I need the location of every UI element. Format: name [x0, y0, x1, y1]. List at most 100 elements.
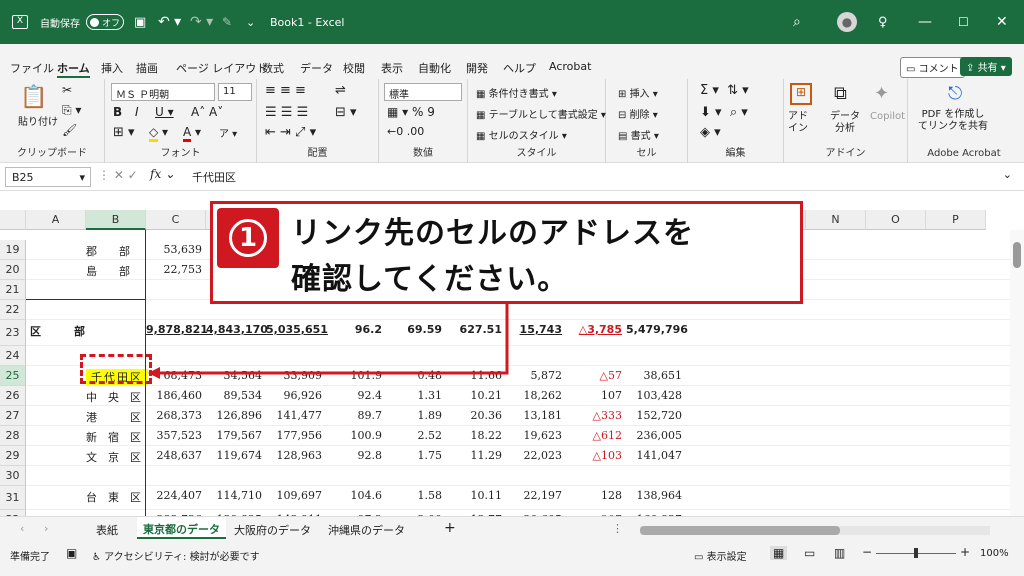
data-cell[interactable]: 4,843,170 [206, 323, 268, 336]
row-header[interactable]: 27 [0, 406, 26, 426]
data-cell[interactable]: 177,956 [266, 429, 323, 442]
data-cell[interactable]: 248,637 [146, 449, 203, 462]
data-cell[interactable]: 138,964 [626, 489, 683, 502]
data-cell[interactable]: 68,473 [146, 369, 203, 382]
tab-acrobat[interactable]: Acrobat [549, 60, 591, 73]
copilot-button[interactable]: Copilot [870, 111, 905, 122]
data-cell[interactable]: 100.9 [326, 429, 383, 442]
row-header[interactable]: 20 [0, 260, 26, 280]
data-cell[interactable]: 10.21 [446, 389, 503, 402]
data-cell[interactable]: 152,720 [626, 409, 683, 422]
data-cell[interactable]: 104.6 [326, 489, 383, 502]
font-name-select[interactable]: ＭＳ Ｐ明朝 [111, 83, 215, 101]
column-header[interactable]: A [26, 210, 86, 230]
formula-input[interactable]: 千代田区 [192, 169, 236, 185]
row-label[interactable]: 文 京 区 [86, 449, 146, 465]
data-cell[interactable]: 109,697 [266, 489, 323, 502]
data-cell[interactable]: 15,743 [506, 323, 562, 336]
pdf-icon[interactable]: ⎋ [948, 83, 962, 104]
tab-view[interactable]: 表示 [381, 60, 403, 76]
data-cell[interactable]: 119,674 [206, 449, 263, 462]
data-cell[interactable]: 22,023 [506, 449, 563, 462]
display-settings-button[interactable]: ▭ 表示設定 [694, 548, 747, 563]
data-cell[interactable]: △612 [566, 429, 622, 442]
data-cell[interactable]: △103 [566, 449, 622, 462]
row-header[interactable]: 22 [0, 300, 26, 320]
vertical-scrollbar[interactable] [1010, 230, 1024, 516]
data-cell[interactable]: 96.2 [326, 323, 382, 336]
font-size-select[interactable]: 11 [218, 83, 252, 101]
data-cell[interactable]: 141,477 [266, 409, 323, 422]
data-cell[interactable]: 18,262 [506, 389, 563, 402]
data-cell[interactable]: 2.52 [386, 429, 443, 442]
name-box[interactable]: B25 ▾ [5, 167, 91, 187]
phonetic-icon[interactable]: ア ▾ [219, 125, 237, 140]
data-cell[interactable]: 5,035,651 [266, 323, 328, 336]
fill-icon[interactable]: ⬇ ▾ ⌕ ▾ [700, 105, 748, 120]
search-icon[interactable]: ⌕ [793, 0, 801, 44]
data-cell[interactable]: 11.66 [446, 369, 503, 382]
minimize-icon[interactable]: — [918, 0, 932, 44]
select-all-corner[interactable] [0, 210, 26, 230]
scroll-left-icon[interactable]: ‹ [20, 522, 24, 535]
paste-button[interactable]: 貼り付け [18, 113, 58, 128]
font-color-icon[interactable]: A ▾ [183, 125, 201, 142]
merge-icon[interactable]: ⊟ ▾ [335, 105, 357, 120]
data-cell[interactable]: 33,909 [266, 369, 323, 382]
data-cell[interactable]: 89,534 [206, 389, 263, 402]
data-cell[interactable]: 20.36 [446, 409, 503, 422]
share-button[interactable]: ⇪ 共有 ▾ [960, 57, 1012, 76]
cell-styles-button[interactable]: ▦ セルのスタイル ▾ [476, 127, 567, 142]
data-cell[interactable]: 18.22 [446, 429, 503, 442]
insert-cells-button[interactable]: ⊞ 挿入 ▾ [618, 85, 658, 100]
expand-formula-icon[interactable]: ⌄ [1003, 168, 1012, 181]
horizontal-scrollbar[interactable] [640, 526, 990, 535]
h-scroll-thumb[interactable] [640, 526, 840, 535]
data-cell[interactable]: 1.75 [386, 449, 443, 462]
indent-icon[interactable]: ⇤ ⇥ ⤢ ▾ [265, 125, 316, 140]
italic-button[interactable]: I [135, 105, 139, 119]
addins-icon[interactable]: ⊞ [790, 83, 812, 105]
data-cell[interactable]: 96,926 [266, 389, 323, 402]
data-cell[interactable]: 179,567 [206, 429, 263, 442]
row-label[interactable]: 郡 部 [86, 243, 146, 259]
tab-insert[interactable]: 挿入 [101, 60, 123, 76]
undo-icon[interactable]: ↶ ▾ [158, 0, 181, 44]
data-cell[interactable]: 5,872 [506, 369, 563, 382]
row-label[interactable]: 中 央 区 [86, 389, 146, 405]
save-icon[interactable]: ▣ [134, 0, 146, 44]
page-break-view-icon[interactable]: ▥ [834, 546, 845, 560]
data-analysis-icon[interactable]: ⧉ [834, 83, 847, 104]
data-cell[interactable]: 126,896 [206, 409, 263, 422]
row-header[interactable]: 23 [0, 320, 26, 346]
format-as-table-button[interactable]: ▦ テーブルとして書式設定 ▾ [476, 106, 606, 121]
paste-icon[interactable]: 📋 [20, 85, 47, 110]
zoom-level[interactable]: 100% [980, 548, 1009, 559]
row-header[interactable]: 19 [0, 240, 26, 260]
data-cell[interactable]: 34,564 [206, 369, 263, 382]
column-header[interactable]: B [86, 210, 146, 230]
row-header[interactable]: 31 [0, 486, 26, 510]
conditional-format-button[interactable]: ▦ 条件付き書式 ▾ [476, 85, 557, 100]
addins-button[interactable]: アド イン [788, 111, 808, 135]
decimal-icon[interactable]: ←0 .00 [387, 125, 424, 138]
data-cell[interactable]: 5,479,796 [626, 323, 688, 336]
data-cell[interactable]: 128 [566, 489, 622, 502]
data-cell[interactable]: 268,373 [146, 409, 203, 422]
scroll-right-icon[interactable]: › [44, 522, 48, 535]
row-header[interactable]: 30 [0, 466, 26, 486]
data-cell[interactable]: 186,460 [146, 389, 203, 402]
currency-icon[interactable]: ▦ ▾ % 9 [387, 105, 435, 119]
tab-formulas[interactable]: 数式 [262, 60, 284, 76]
autosum-icon[interactable]: Σ ▾ ⇅ ▾ [700, 83, 749, 98]
border-icon[interactable]: ⊞ ▾ [113, 125, 135, 140]
normal-view-icon[interactable]: ▦ [770, 546, 788, 560]
sheet-tab-okinawa[interactable]: 沖縄県のデータ [328, 522, 405, 538]
row-header[interactable]: 26 [0, 386, 26, 406]
column-header[interactable]: P [926, 210, 986, 230]
data-cell[interactable]: 1.31 [386, 389, 443, 402]
row-header[interactable]: 24 [0, 346, 26, 366]
data-cell[interactable]: 13,181 [506, 409, 563, 422]
clear-icon[interactable]: ◈ ▾ [700, 125, 721, 140]
delete-cells-button[interactable]: ⊟ 削除 ▾ [618, 106, 658, 121]
